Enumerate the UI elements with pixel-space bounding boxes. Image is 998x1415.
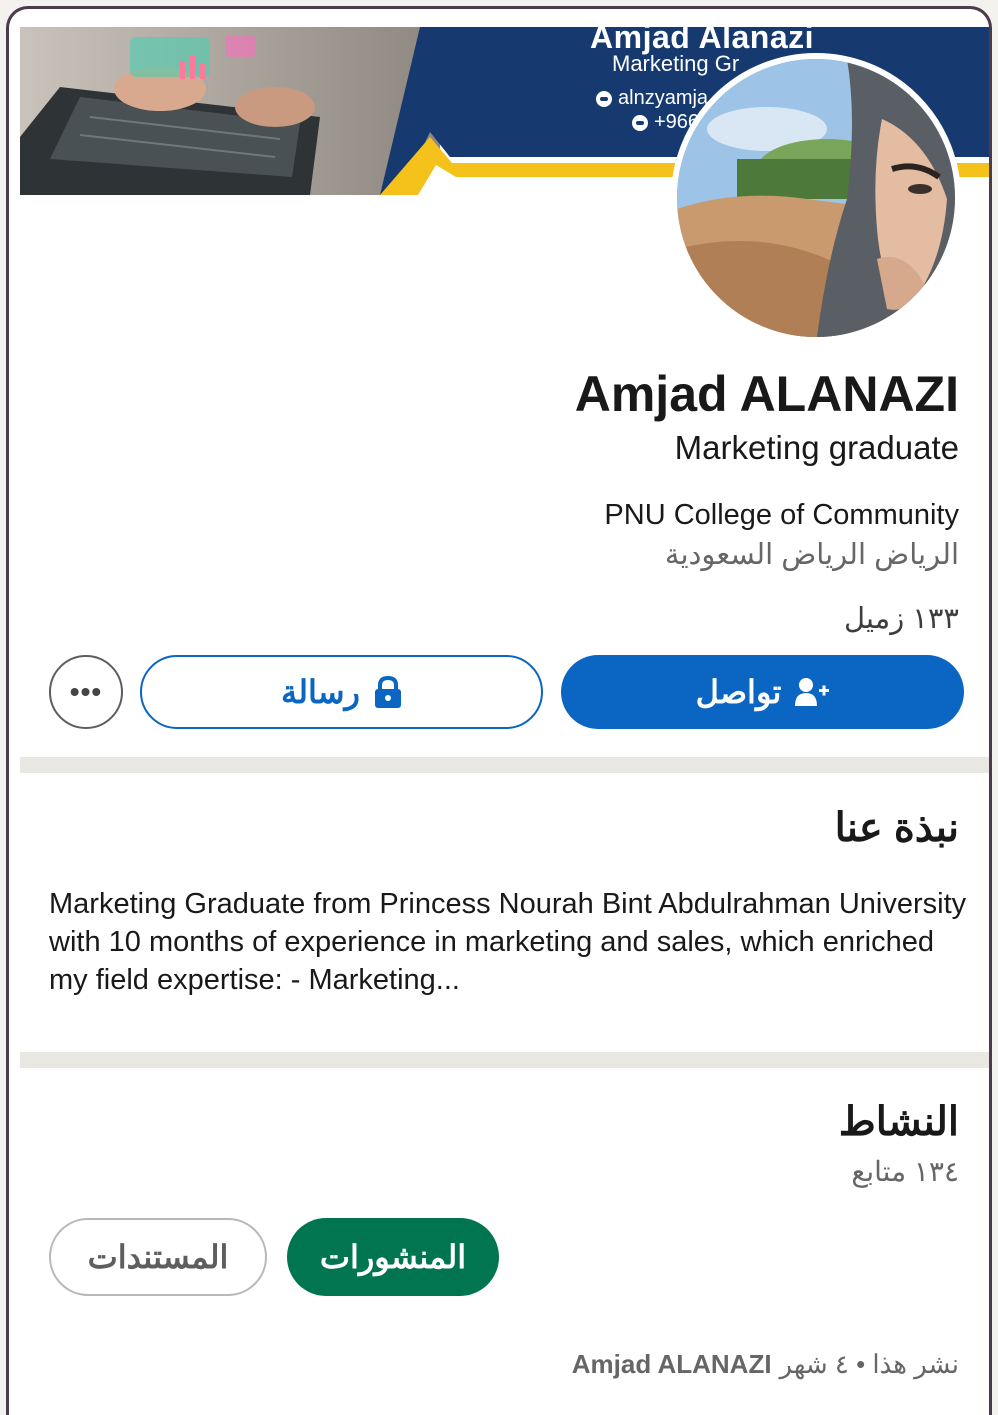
post-meta-text: نشر هذا • ٤ شهر (779, 1349, 959, 1379)
profile-card: Amjad Alanazi Marketing Gr alnzyamja +96… (6, 6, 992, 1415)
more-icon: ••• (69, 676, 103, 707)
section-divider (20, 1052, 989, 1068)
phone-icon (632, 114, 648, 131)
tab-documents[interactable]: المستندات (49, 1218, 267, 1296)
followers-count: ١٣٤ متابع (851, 1156, 959, 1187)
profile-name: Amjad ALANAZI (574, 366, 959, 422)
about-title: نبذة عنا (834, 806, 959, 850)
banner-role: Marketing Gr (612, 51, 740, 76)
connect-label: تواصل (695, 674, 782, 710)
post-meta: Amjad ALANAZI نشر هذا • ٤ شهر (572, 1349, 959, 1380)
profile-school[interactable]: PNU College of Community (604, 499, 959, 532)
profile-headline: Marketing graduate (674, 429, 959, 466)
activity-title: النشاط (838, 1100, 959, 1144)
message-button[interactable]: رسالة (140, 655, 543, 729)
connect-button[interactable]: تواصل (561, 655, 964, 729)
about-text[interactable]: Marketing Graduate from Princess Nourah … (49, 885, 969, 999)
tab-posts[interactable]: المنشورات (287, 1218, 499, 1296)
connections-count[interactable]: ١٣٣ زميل (844, 601, 959, 636)
tab-documents-label: المستندات (87, 1239, 229, 1275)
section-divider (20, 757, 989, 773)
post-author[interactable]: Amjad ALANAZI (572, 1349, 772, 1380)
add-person-icon (795, 677, 830, 707)
lock-icon (374, 676, 402, 708)
more-options-button[interactable]: ••• (49, 655, 123, 729)
avatar[interactable] (671, 53, 961, 343)
avatar-photo (677, 59, 955, 337)
banner-email: alnzyamja (596, 87, 708, 110)
banner-email-text: alnzyamja (618, 87, 709, 109)
profile-location: الرياض الرياض السعودية (664, 539, 959, 571)
message-label: رسالة (281, 674, 360, 710)
tab-posts-label: المنشورات (319, 1239, 467, 1275)
email-icon (596, 90, 612, 107)
